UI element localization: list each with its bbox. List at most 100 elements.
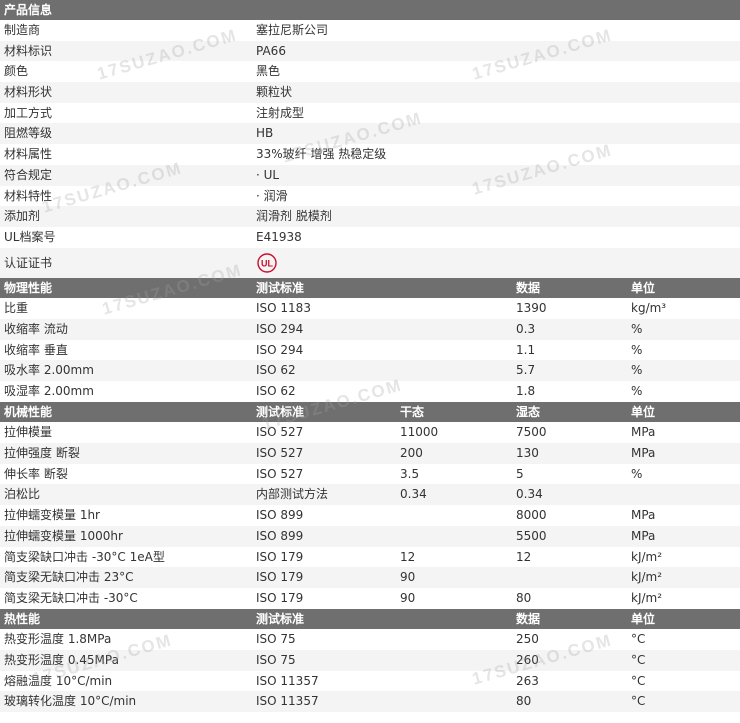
property-unit: MPa [631, 425, 656, 440]
product-label: 制造商 [4, 23, 41, 37]
product-label: 符合规定 [4, 167, 53, 182]
test-standard: ISO 294 [256, 321, 304, 336]
property-name: 简支梁缺口冲击 -30°C 1eA型 [4, 549, 165, 564]
test-standard: ISO 75 [256, 632, 296, 647]
product-label: 颜色 [4, 64, 29, 79]
ul-logo-text: UL [261, 258, 273, 268]
product-value: HB [256, 126, 274, 141]
property-name: 吸水率 2.00mm [4, 363, 94, 378]
product-row: 颜色 黑色 [0, 61, 740, 82]
property-unit: °C [631, 694, 646, 709]
wet-value: 80 [516, 590, 532, 605]
property-unit: % [631, 466, 643, 481]
property-name: 泊松比 [4, 487, 41, 502]
product-label: UL档案号 [4, 229, 56, 244]
product-row: UL档案号 E41938 [0, 227, 740, 248]
physical-row: 收缩率 流动 ISO 294 0.3 % [0, 318, 740, 340]
property-data: 263 [516, 673, 539, 688]
test-standard: ISO 11357 [256, 673, 319, 688]
property-unit: °C [631, 652, 646, 667]
physical-row: 比重 ISO 1183 1390 kg/m³ [0, 298, 740, 319]
product-info-header: 产品信息 [0, 0, 740, 20]
wet-value: 5 [516, 466, 524, 481]
test-standard: ISO 527 [256, 466, 304, 481]
property-unit: % [631, 363, 643, 378]
product-value: 33%玻纤 增强 热稳定级 [256, 147, 387, 162]
property-data: 5.7 [516, 363, 536, 378]
mechanical-row: 泊松比 内部测试方法 0.34 0.34 [0, 484, 740, 506]
dry-value: 200 [400, 446, 423, 461]
product-label: 阻燃等级 [4, 126, 53, 141]
product-value: 注射成型 [256, 105, 305, 120]
wet-value: 7500 [516, 425, 547, 440]
wet-value: 130 [516, 446, 539, 461]
mechanical-header-std: 测试标准 [256, 404, 305, 419]
property-name: 玻璃转化温度 10°C/min [4, 694, 137, 709]
property-data: 0.3 [516, 321, 536, 336]
physical-row: 收缩率 垂直 ISO 294 1.1 % [0, 340, 740, 361]
product-value: · 润滑 [256, 188, 288, 203]
thermal-header-unit: 单位 [631, 611, 656, 626]
product-value: 润滑剂 脱模剂 [256, 209, 332, 224]
property-unit: % [631, 384, 643, 398]
thermal-row: 熔融温度 10°C/min ISO 11357 263 °C [0, 671, 740, 692]
property-data: 80 [516, 694, 532, 709]
property-name: 简支梁无缺口冲击 -30°C [4, 590, 138, 605]
test-standard: ISO 899 [256, 508, 304, 523]
thermal-header-std: 测试标准 [256, 611, 305, 626]
test-standard: ISO 11357 [256, 694, 319, 709]
thermal-header: 热性能 测试标准 数据 单位 [0, 608, 740, 630]
product-label: 加工方式 [4, 105, 53, 120]
dry-value: 3.5 [400, 466, 420, 481]
test-standard: ISO 527 [256, 446, 304, 461]
product-row: 添加剂 润滑剂 脱模剂 [0, 206, 740, 227]
property-unit: % [631, 342, 643, 357]
property-name: 拉伸模量 [4, 425, 53, 440]
property-name: 熔融温度 10°C/min [4, 673, 113, 688]
product-value: 黑色 [256, 64, 281, 79]
mechanical-row: 简支梁无缺口冲击 -30°C ISO 179 90 80 kJ/m² [0, 588, 740, 609]
mechanical-row: 拉伸强度 断裂 ISO 527 200 130 MPa [0, 443, 740, 464]
thermal-header-name: 热性能 [4, 611, 41, 626]
product-label: 材料标识 [4, 43, 53, 58]
product-value: · UL [256, 167, 280, 182]
property-name: 拉伸蠕变模量 1000hr [4, 528, 123, 543]
property-unit: MPa [631, 446, 656, 461]
mechanical-row: 简支梁无缺口冲击 23°C ISO 179 90 kJ/m² [0, 567, 740, 588]
product-info-title: 产品信息 [4, 3, 53, 17]
property-unit: kJ/m² [631, 570, 663, 585]
thermal-row: 玻璃转化温度 10°C/min ISO 11357 80 °C [0, 691, 740, 712]
property-unit: kJ/m² [631, 549, 663, 564]
product-row: 符合规定 · UL [0, 164, 740, 186]
test-standard: ISO 179 [256, 549, 304, 564]
dry-value: 90 [400, 590, 416, 605]
wet-value: 5500 [516, 528, 547, 543]
mechanical-row: 拉伸模量 ISO 527 11000 7500 MPa [0, 422, 740, 443]
product-value: PA66 [256, 43, 286, 58]
material-datasheet: 产品信息 制造商 塞拉尼斯公司 材料标识 PA66 颜色 黑色 材料形状 颗粒状… [0, 0, 740, 712]
property-unit: kJ/m² [631, 590, 663, 605]
physical-header-unit: 单位 [631, 280, 656, 295]
mechanical-row: 拉伸蠕变模量 1hr ISO 899 8000 MPa [0, 505, 740, 526]
property-name: 收缩率 垂直 [4, 342, 68, 357]
property-data: 1.1 [516, 342, 536, 357]
property-unit: MPa [631, 528, 656, 543]
product-row: 制造商 塞拉尼斯公司 [0, 20, 740, 41]
product-label: 材料属性 [4, 147, 53, 162]
property-unit: MPa [631, 508, 656, 523]
product-value: 塞拉尼斯公司 [256, 23, 329, 37]
mechanical-header-dry: 干态 [400, 404, 425, 419]
certificate-label: 认证证书 [4, 255, 53, 270]
test-standard: ISO 1183 [256, 301, 311, 316]
test-standard: ISO 899 [256, 528, 304, 543]
product-value: 颗粒状 [256, 85, 293, 100]
physical-row: 吸水率 2.00mm ISO 62 5.7 % [0, 360, 740, 381]
property-name: 伸长率 断裂 [4, 466, 68, 481]
product-label: 材料形状 [4, 85, 53, 100]
test-standard: ISO 179 [256, 590, 304, 605]
dry-value: 90 [400, 570, 416, 585]
ul-certification-icon[interactable]: UL [257, 252, 277, 273]
mechanical-header-unit: 单位 [631, 404, 656, 419]
property-name: 吸湿率 2.00mm [4, 384, 94, 398]
physical-header: 物理性能 测试标准 数据 单位 [0, 277, 740, 299]
